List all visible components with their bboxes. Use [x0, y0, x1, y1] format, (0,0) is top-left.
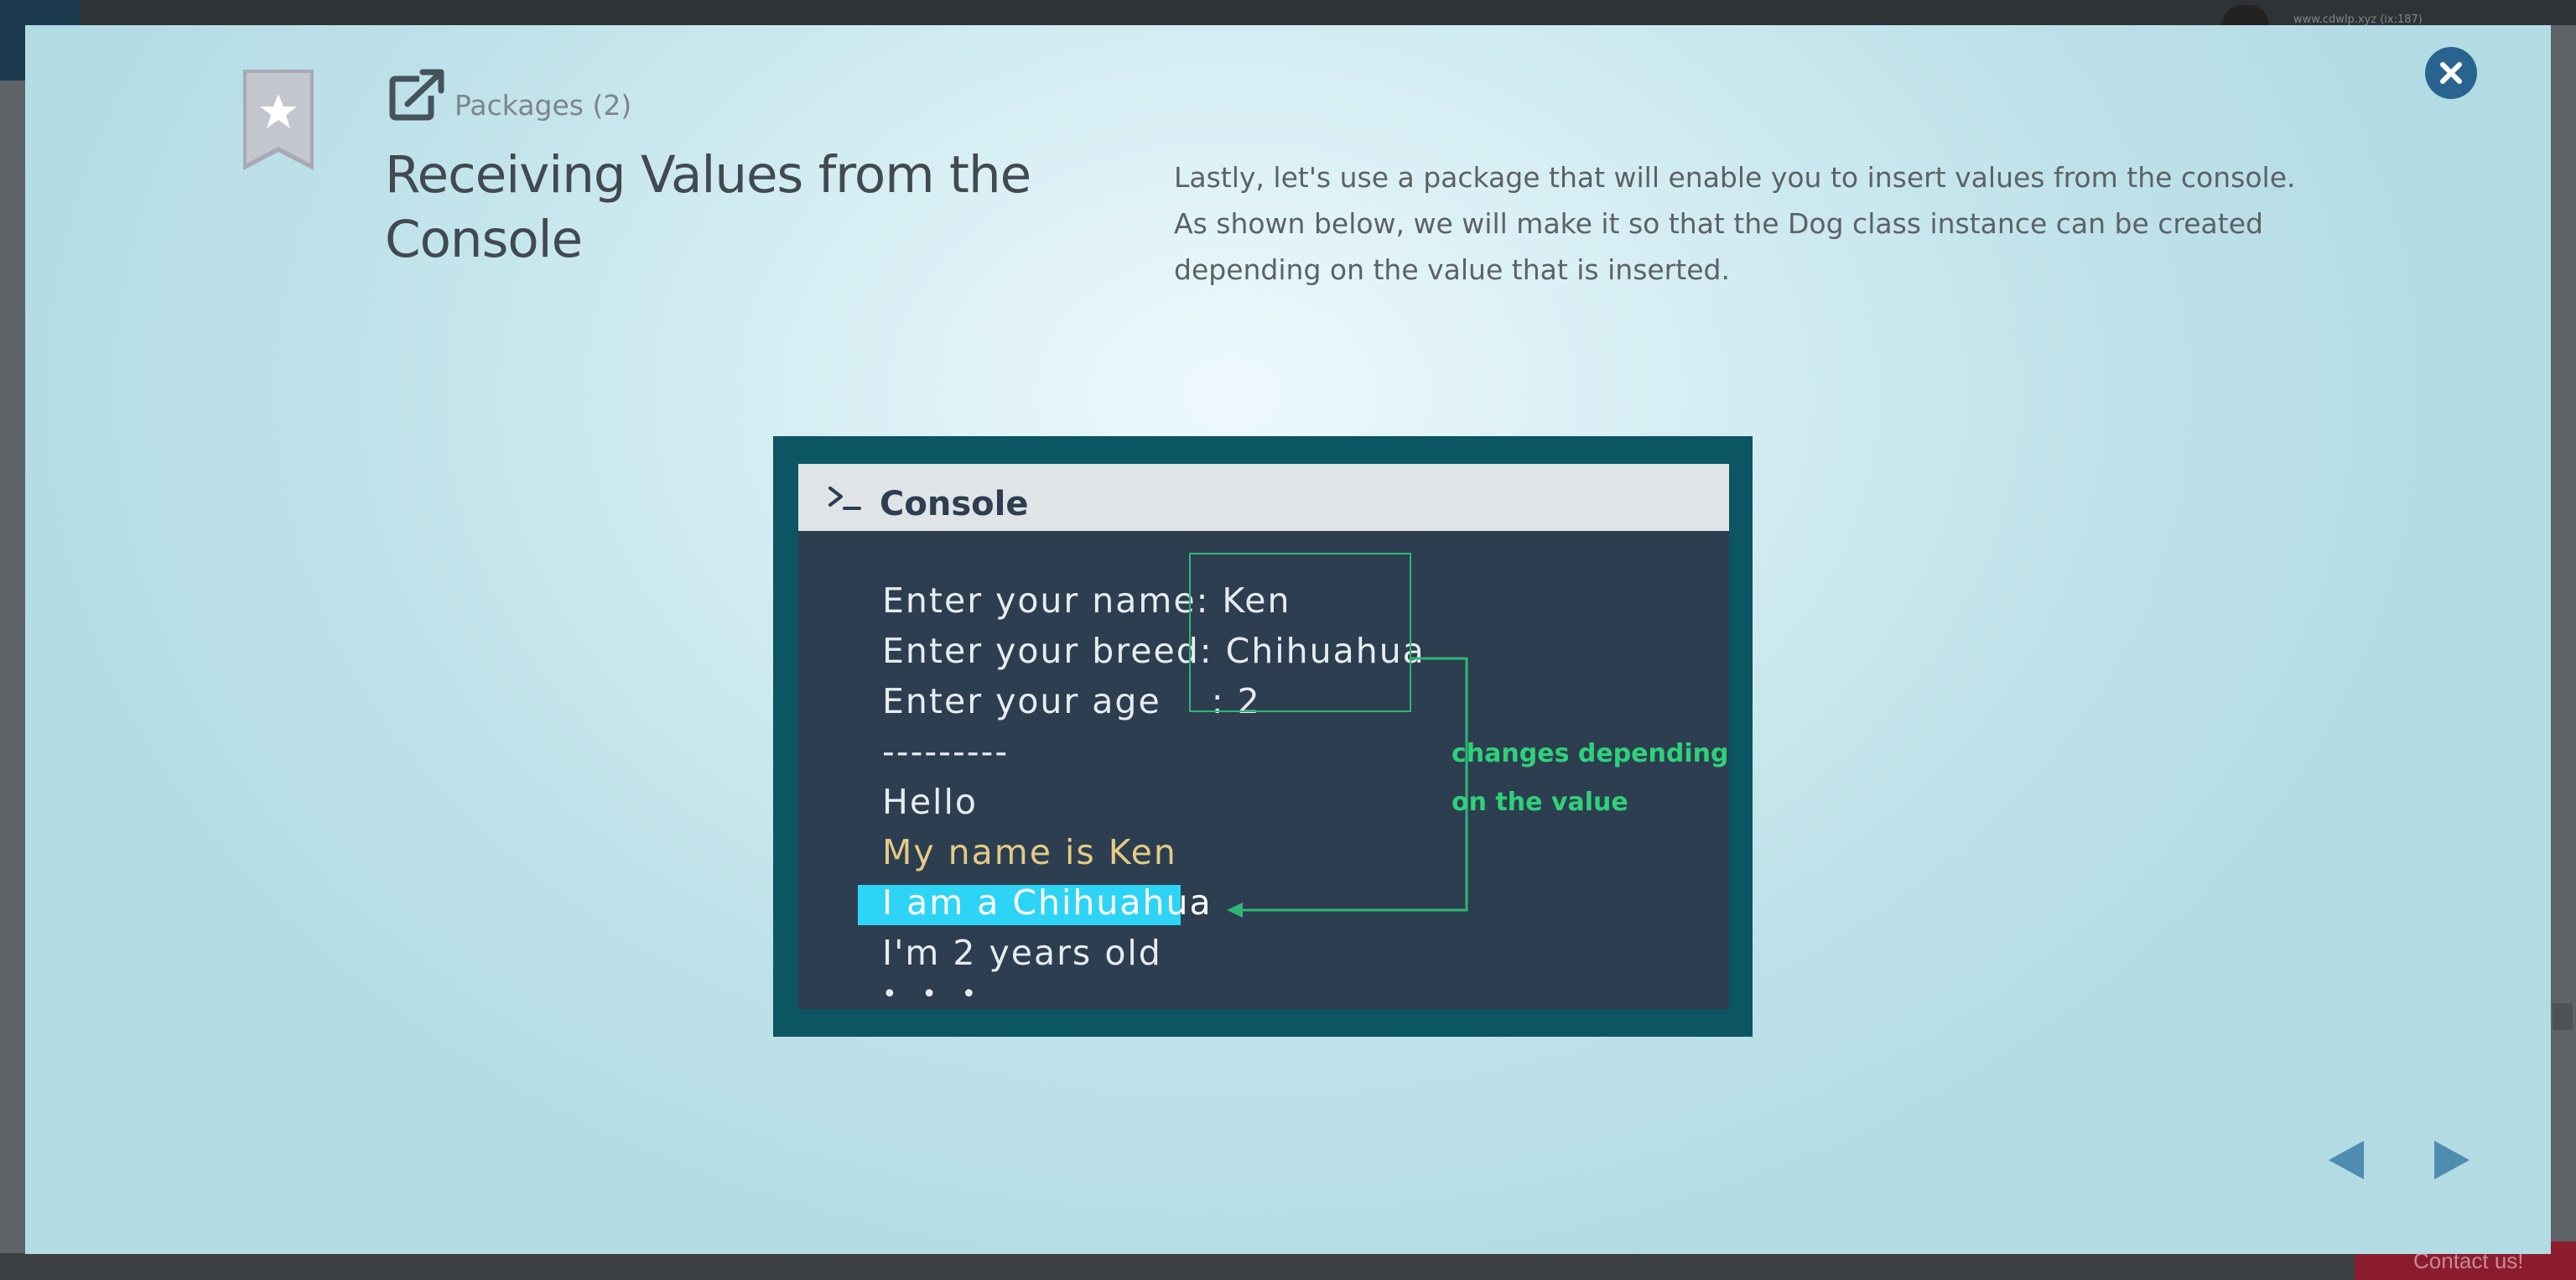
previous-slide-button[interactable] — [2324, 1136, 2372, 1184]
annotation-line-1: changes depending — [1452, 739, 1729, 768]
triangle-right-icon — [2434, 1141, 2470, 1179]
annotation-text: changes depending on the value — [1452, 730, 1728, 827]
next-slide-button[interactable] — [2426, 1136, 2475, 1184]
annotation-line-2: on the value — [1452, 788, 1628, 817]
annotation-arrow — [1227, 657, 1468, 918]
triangle-left-icon — [2329, 1141, 2364, 1179]
